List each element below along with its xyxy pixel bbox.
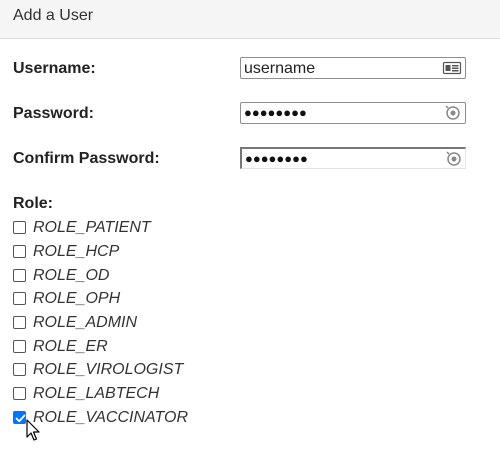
panel-header: Add a User — [0, 0, 500, 39]
role-option-label: ROLE_ER — [33, 338, 108, 355]
role-checkbox[interactable] — [13, 292, 26, 305]
username-label: Username: — [13, 60, 96, 77]
role-option-label: ROLE_OD — [33, 267, 110, 284]
role-option-label: ROLE_HCP — [33, 243, 120, 260]
role-option-admin[interactable]: ROLE_ADMIN — [13, 312, 233, 334]
role-checkbox[interactable] — [13, 316, 26, 329]
username-input[interactable]: username — [240, 57, 466, 79]
role-option-label: ROLE_VIROLOGIST — [33, 361, 184, 378]
role-option-od[interactable]: ROLE_OD — [13, 265, 233, 287]
role-option-label: ROLE_OPH — [33, 290, 121, 307]
role-option-hcp[interactable]: ROLE_HCP — [13, 241, 233, 263]
role-option-oph[interactable]: ROLE_OPH — [13, 288, 233, 310]
role-checkbox[interactable] — [13, 269, 26, 282]
role-checkbox[interactable] — [13, 245, 26, 258]
role-option-label: ROLE_PATIENT — [33, 219, 151, 236]
confirm-password-label: Confirm Password: — [13, 150, 160, 167]
contact-card-icon[interactable] — [442, 60, 462, 76]
role-option-patient[interactable]: ROLE_PATIENT — [13, 217, 233, 239]
page-title: Add a User — [13, 7, 94, 24]
confirm-password-input[interactable]: ●●●●●●●● — [240, 147, 466, 169]
role-option-vaccinator[interactable]: ROLE_VACCINATOR — [13, 407, 233, 429]
role-option-labtech[interactable]: ROLE_LABTECH — [13, 383, 233, 405]
confirm-password-masked-value: ●●●●●●●● — [245, 151, 308, 166]
role-checkbox[interactable] — [13, 340, 26, 353]
role-option-label: ROLE_VACCINATOR — [33, 409, 189, 426]
password-reveal-icon[interactable] — [442, 105, 462, 121]
password-label: Password: — [13, 105, 94, 122]
role-checkbox[interactable] — [13, 363, 26, 376]
role-option-er[interactable]: ROLE_ER — [13, 336, 233, 358]
role-checkbox-checked[interactable] — [13, 411, 26, 424]
role-label: Role: — [13, 195, 53, 212]
password-reveal-icon[interactable] — [443, 151, 463, 167]
role-checkbox[interactable] — [13, 221, 26, 234]
username-value: username — [244, 60, 316, 77]
mouse-cursor-icon — [26, 419, 40, 441]
role-option-label: ROLE_ADMIN — [33, 314, 138, 331]
password-masked-value: ●●●●●●●● — [244, 105, 307, 120]
role-option-label: ROLE_LABTECH — [33, 385, 160, 402]
role-checkbox[interactable] — [13, 387, 26, 400]
password-input[interactable]: ●●●●●●●● — [240, 102, 466, 124]
role-option-virologist[interactable]: ROLE_VIROLOGIST — [13, 359, 233, 381]
